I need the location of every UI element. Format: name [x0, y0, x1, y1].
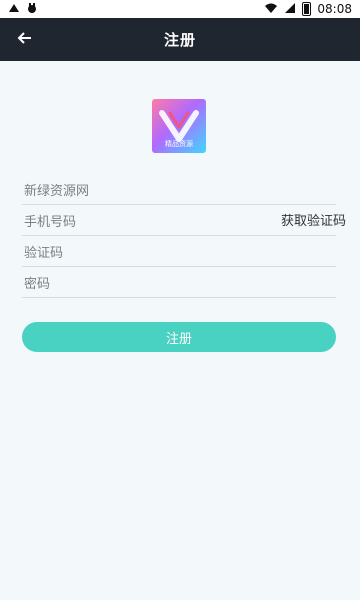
verification-code-field[interactable]: 验证码: [22, 236, 336, 267]
clock-time: 08:08: [317, 2, 352, 16]
register-form: 新绿资源网 手机号码 获取验证码 验证码 密码: [22, 174, 346, 298]
signal-icon: [284, 2, 296, 17]
account-field[interactable]: 新绿资源网: [22, 174, 336, 205]
notification-icon: [8, 2, 20, 17]
notification-icon: [26, 2, 38, 17]
phone-field[interactable]: 手机号码 获取验证码: [22, 205, 346, 236]
status-right: 08:08: [264, 2, 352, 17]
app-bar: 注册: [0, 18, 360, 61]
status-bar: 08:08: [0, 0, 360, 18]
page-title: 注册: [163, 31, 196, 49]
battery-icon: [302, 2, 312, 16]
password-placeholder: 密码: [24, 276, 51, 292]
status-left: [8, 2, 38, 17]
verification-code-placeholder: 验证码: [24, 245, 64, 261]
get-code-button[interactable]: 获取验证码: [281, 210, 346, 229]
password-field[interactable]: 密码: [22, 267, 336, 298]
app-logo: 精品资源: [152, 99, 206, 153]
logo-text: 精品资源: [165, 140, 193, 148]
phone-placeholder: 手机号码: [24, 214, 77, 230]
account-placeholder: 新绿资源网: [24, 183, 90, 199]
register-button[interactable]: 注册: [22, 322, 336, 352]
wifi-icon: [264, 2, 278, 17]
arrow-left-icon: [16, 30, 32, 50]
back-button[interactable]: [10, 26, 38, 54]
